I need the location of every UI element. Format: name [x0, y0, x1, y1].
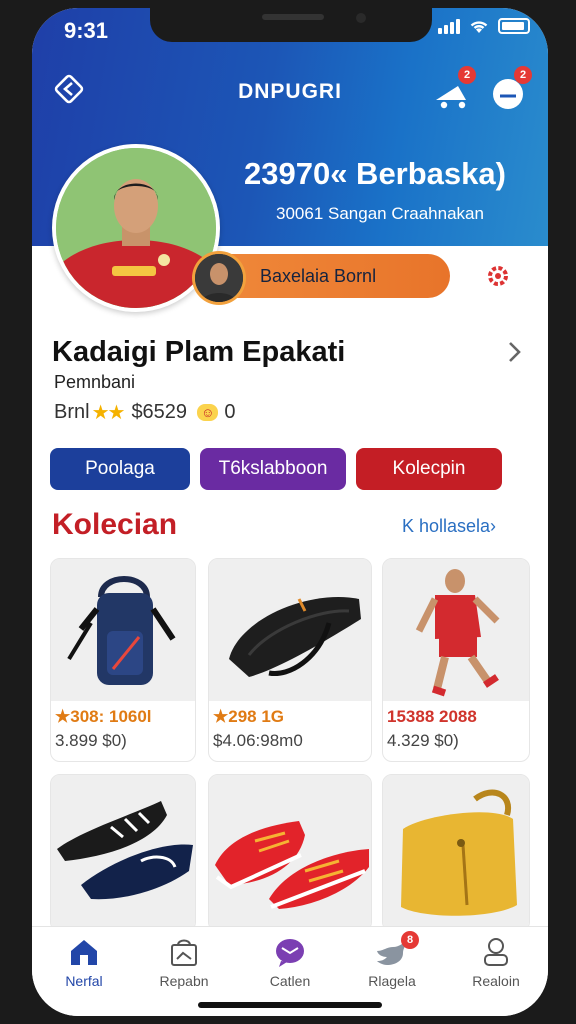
person-avatar-icon — [195, 254, 243, 302]
nav-label: Catlen — [269, 973, 311, 989]
action-buttons: Poolaga T6kslabboon Kolecpin — [50, 448, 502, 490]
backpack-icon — [51, 559, 195, 701]
product-rating-price: ★298 1G — [213, 707, 285, 726]
profile-icon — [484, 938, 508, 966]
product-card[interactable]: ★308: 1060l 3.899 $0) — [50, 558, 196, 762]
home-indicator[interactable] — [198, 1002, 382, 1008]
front-camera — [356, 13, 366, 23]
red-sneakers-icon — [209, 775, 371, 927]
rating-stars-icon: ★★ — [91, 402, 126, 424]
phone-frame: 9:31 DNPUGRI 2 2 23970« Berbaska) 30061 … — [0, 0, 576, 1024]
nav-label: Repabn — [159, 973, 209, 989]
poolaga-button[interactable]: Poolaga — [50, 448, 190, 490]
settings-button[interactable] — [484, 262, 512, 290]
product-card[interactable] — [208, 774, 372, 932]
battery-icon — [498, 18, 530, 34]
notch — [150, 8, 432, 42]
profile-role: Pemnbani — [54, 372, 136, 392]
hero-headline: 23970« Berbaska) — [244, 156, 506, 191]
small-avatar — [192, 251, 246, 305]
tekslabboon-button[interactable]: T6kslabboon — [200, 448, 346, 490]
shop-icon — [171, 939, 197, 966]
stat-count: 0 — [224, 401, 236, 423]
cart-badge: 2 — [458, 66, 476, 84]
profile-name: Kadaigi Plam Epakati — [52, 336, 346, 368]
product-card[interactable] — [382, 774, 530, 932]
status-time: 9:31 — [64, 18, 109, 43]
stat-label: Brnl — [54, 401, 90, 423]
nav-home[interactable]: Nerfal — [36, 937, 132, 989]
profile-action-label: Baxelaia Bornl — [260, 266, 377, 286]
product-price: 3.899 $0) — [55, 731, 127, 750]
hero-subtitle: 30061 Sangan Craahnakan — [276, 204, 484, 223]
nav-shop[interactable]: Repabn — [136, 937, 232, 989]
stat-value: $6529 — [131, 401, 188, 423]
product-card[interactable] — [50, 774, 196, 932]
chat-header-button[interactable]: 2 — [488, 66, 532, 112]
product-image — [51, 775, 195, 927]
product-image — [209, 559, 371, 701]
gear-icon — [488, 266, 508, 286]
yellow-bag-icon — [383, 775, 529, 927]
app-screen: 9:31 DNPUGRI 2 2 23970« Berbaska) 30061 … — [32, 8, 548, 1016]
product-price: $4.06:98m0 — [213, 731, 303, 750]
product-price: 4.329 $0) — [387, 731, 459, 750]
product-card[interactable]: ★298 1G $4.06:98m0 — [208, 558, 372, 762]
chat-icon — [276, 939, 304, 967]
wifi-icon — [468, 18, 490, 34]
product-image — [51, 559, 195, 701]
cart-button[interactable]: 2 — [432, 66, 476, 112]
product-rating-price: ★308: 1060l — [55, 707, 152, 726]
product-image — [383, 775, 529, 927]
product-image — [383, 559, 529, 701]
home-icon — [71, 940, 97, 965]
product-rating-price: 15388 2088 — [387, 707, 477, 726]
sling-bag-icon — [209, 559, 371, 701]
product-card[interactable]: 15388 2088 4.329 $0) — [382, 558, 530, 762]
chat-badge: 2 — [514, 66, 532, 84]
nav-badge: 8 — [401, 931, 419, 949]
chevron-right-icon[interactable] — [502, 338, 526, 366]
speaker — [262, 14, 324, 20]
profile-stats: Brnl ★★ $6529 ☺ 0 — [54, 400, 235, 425]
nav-label: Realoin — [472, 973, 520, 989]
player-figure-icon — [383, 559, 529, 701]
status-icons — [438, 18, 530, 34]
nav-chat[interactable]: Catlen — [242, 937, 338, 989]
section-title: Kolecian — [52, 508, 178, 541]
kolecpin-button[interactable]: Kolecpin — [356, 448, 502, 490]
see-all-link[interactable]: K hollasela› — [402, 516, 496, 537]
nav-profile[interactable]: Realoin — [448, 937, 544, 989]
nav-social[interactable]: 8 Rlagela — [344, 931, 440, 989]
cleats-icon — [51, 775, 195, 927]
emoji-badge: ☺ — [197, 404, 219, 421]
nav-label: Nerfal — [65, 973, 103, 989]
product-image — [209, 775, 371, 927]
signal-icon — [438, 18, 460, 34]
nav-label: Rlagela — [368, 973, 416, 989]
